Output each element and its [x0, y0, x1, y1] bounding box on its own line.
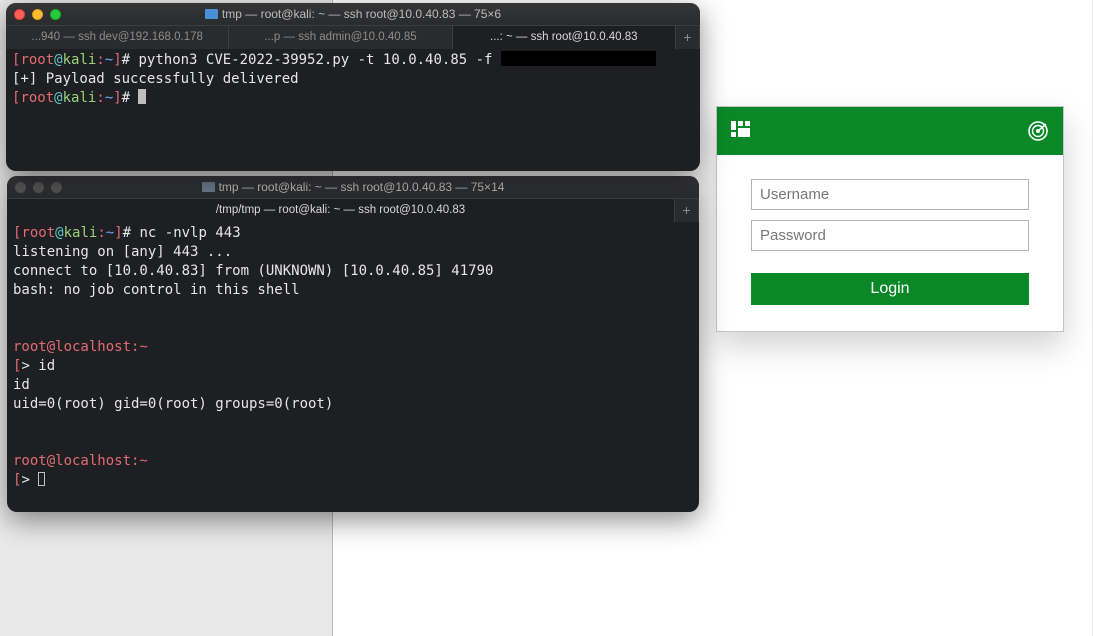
folder-icon	[202, 182, 215, 192]
app-logo-icon	[731, 121, 757, 141]
login-header	[717, 107, 1063, 155]
terminal-window-listener[interactable]: tmp — root@kali: ~ — ssh root@10.0.40.83…	[7, 176, 699, 512]
redacted-block	[501, 51, 656, 66]
new-tab-button[interactable]: +	[675, 199, 699, 222]
minimize-icon[interactable]	[32, 9, 43, 20]
folder-icon	[205, 9, 218, 19]
zoom-icon[interactable]	[51, 182, 62, 193]
tab-dev-ssh[interactable]: ...940 — ssh dev@192.168.0.178	[6, 26, 229, 49]
tab-strip[interactable]: ...940 — ssh dev@192.168.0.178 ...p — ss…	[6, 25, 700, 49]
username-field[interactable]	[751, 179, 1029, 210]
tab-strip[interactable]: /tmp/tmp — root@kali: ~ — ssh root@10.0.…	[7, 198, 699, 222]
terminal-output[interactable]: [root@kali:~]# nc -nvlp 443 listening on…	[7, 222, 699, 494]
cursor-icon	[38, 472, 45, 486]
radar-icon	[1027, 120, 1049, 142]
window-title: tmp — root@kali: ~ — ssh root@10.0.40.83…	[219, 178, 505, 197]
titlebar[interactable]: tmp — root@kali: ~ — ssh root@10.0.40.83…	[6, 3, 700, 25]
login-button[interactable]: Login	[751, 273, 1029, 305]
terminal-output[interactable]: [root@kali:~]# python3 CVE-2022-39952.py…	[6, 49, 700, 112]
window-title: tmp — root@kali: ~ — ssh root@10.0.40.83…	[222, 5, 501, 24]
minimize-icon[interactable]	[33, 182, 44, 193]
tab-root-ssh[interactable]: ...: ~ — ssh root@10.0.40.83	[453, 26, 676, 49]
close-icon[interactable]	[14, 9, 25, 20]
cursor-icon	[138, 89, 146, 104]
tab-admin-ssh[interactable]: ...p — ssh admin@10.0.40.85	[229, 26, 452, 49]
zoom-icon[interactable]	[50, 9, 61, 20]
tab-listener[interactable]: /tmp/tmp — root@kali: ~ — ssh root@10.0.…	[7, 199, 675, 222]
new-tab-button[interactable]: +	[676, 26, 700, 49]
titlebar[interactable]: tmp — root@kali: ~ — ssh root@10.0.40.83…	[7, 176, 699, 198]
terminal-window-exploit[interactable]: tmp — root@kali: ~ — ssh root@10.0.40.83…	[6, 3, 700, 171]
password-field[interactable]	[751, 220, 1029, 251]
close-icon[interactable]	[15, 182, 26, 193]
login-panel: Login	[716, 106, 1064, 332]
